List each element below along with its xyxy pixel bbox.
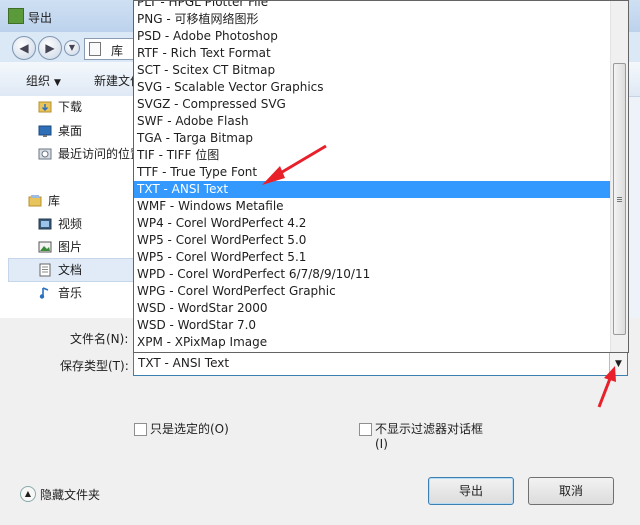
annotation-arrow-icon xyxy=(262,144,327,185)
annotation-overlay xyxy=(262,144,616,408)
export-dialog: 导出 ◀ ▶ ▼ 库 组织 ▼ 新建文件 下载 桌面 最近访问的位置 库 视频 图… xyxy=(0,0,640,525)
annotation-arrow-icon xyxy=(597,366,616,408)
